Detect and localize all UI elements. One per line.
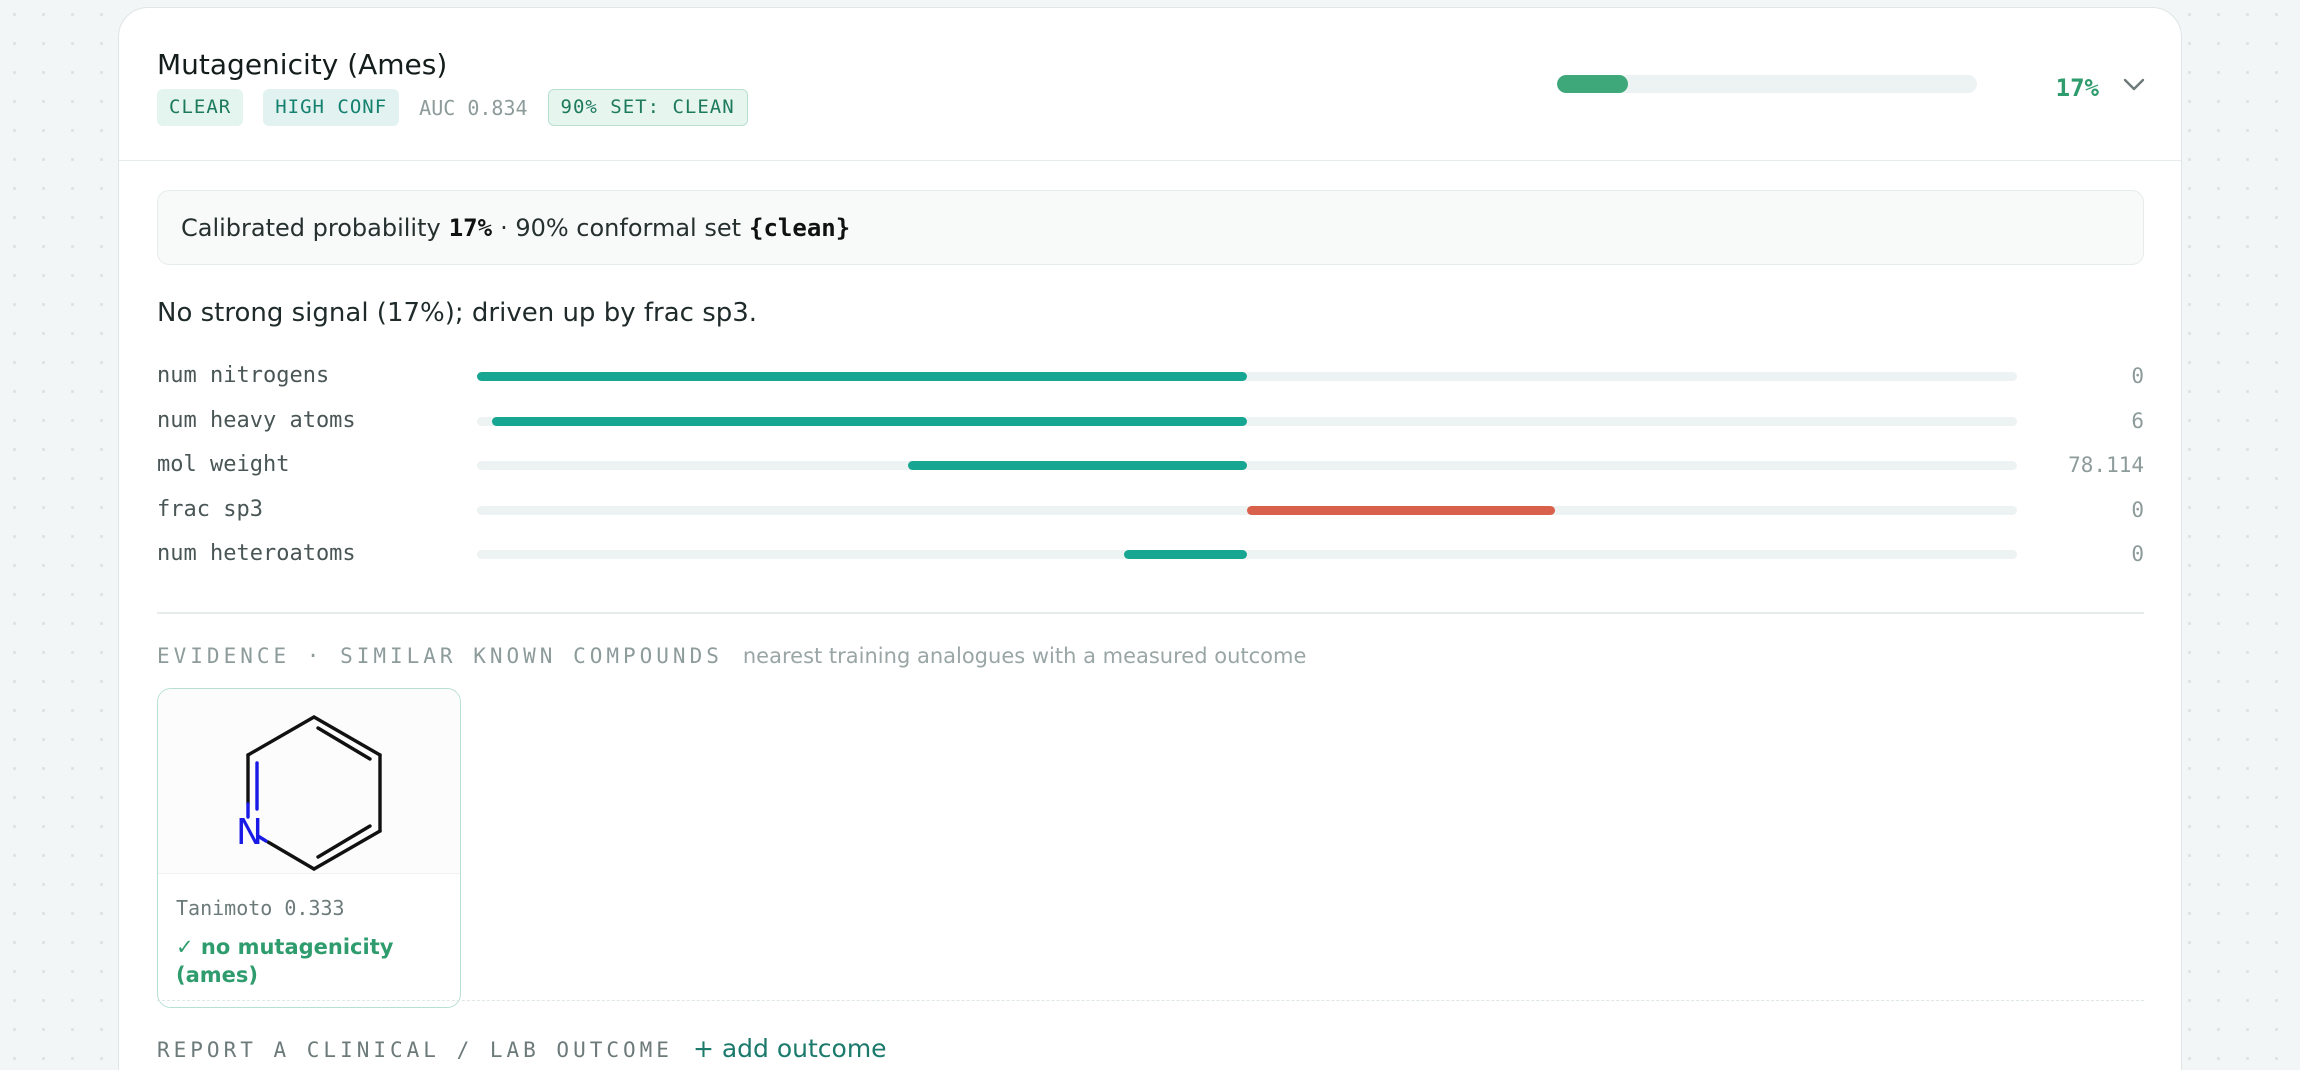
feature-row: num heavy atoms 6 [157, 406, 2144, 451]
feature-value: 6 [2131, 408, 2144, 433]
endpoint-card: Mutagenicity (Ames) CLEAR HIGH CONF AUC … [118, 7, 2182, 1070]
pyridine-structure-drawing: N [236, 715, 382, 871]
report-label: REPORT A CLINICAL / LAB OUTCOME [157, 1038, 673, 1062]
feature-row: num nitrogens 0 [157, 361, 2144, 406]
dashed-divider [157, 1000, 2144, 1001]
feature-row: mol weight 78.114 [157, 450, 2144, 495]
feature-name: num nitrogens [157, 363, 330, 388]
summary-set: {clean} [749, 213, 851, 242]
measured-outcome: ✓ no mutagenicity (ames) [176, 935, 394, 987]
evidence-subtitle: nearest training analogues with a measur… [742, 644, 1307, 668]
contribution-track [477, 550, 2017, 559]
badge-row: CLEAR HIGH CONF AUC 0.834 90% SET: CLEAN [157, 89, 768, 126]
probability-percent: 17% [2055, 74, 2099, 102]
feature-name: frac sp3 [157, 496, 263, 522]
auc-label: AUC 0.834 [419, 95, 528, 120]
contribution-bar [1123, 550, 1247, 559]
contribution-bar [908, 461, 1247, 470]
summary-prefix: Calibrated probability [181, 213, 441, 242]
chevron-down-icon [2123, 78, 2145, 91]
conformal-set-badge: 90% SET: CLEAN [547, 89, 748, 126]
summary-probability: 17% [448, 213, 493, 242]
contribution-bar [492, 416, 1247, 426]
summary-middle: · 90% conformal set [500, 213, 742, 242]
section-divider [157, 612, 2144, 614]
expand-toggle[interactable] [2119, 70, 2149, 100]
feature-row: frac sp3 0 [157, 495, 2144, 540]
feature-value: 78.114 [2068, 453, 2144, 477]
analogue-card[interactable]: N Tanimoto 0.333 ✓ no mutagenicity (ames… [157, 688, 461, 1008]
evidence-label: EVIDENCE · SIMILAR KNOWN COMPOUNDS [157, 644, 723, 668]
tanimoto-score: Tanimoto 0.333 [176, 896, 345, 920]
card-header[interactable]: Mutagenicity (Ames) CLEAR HIGH CONF AUC … [119, 8, 2181, 161]
feature-value: 0 [2131, 497, 2144, 522]
contribution-track [477, 505, 2017, 515]
contribution-bar [477, 372, 1247, 381]
feature-contributions: num nitrogens 0 num heavy atoms 6 mol weight… [157, 361, 2144, 584]
evidence-header: EVIDENCE · SIMILAR KNOWN COMPOUNDS neare… [157, 644, 1306, 668]
add-outcome-button[interactable]: + add outcome [693, 1034, 887, 1063]
endpoint-title: Mutagenicity (Ames) [157, 48, 448, 81]
probability-bar-fill [1557, 75, 1629, 93]
probability-bar [1557, 75, 1977, 93]
calibration-summary: Calibrated probability 17% · 90% conform… [157, 190, 2144, 265]
feature-row: num heteroatoms 0 [157, 539, 2144, 584]
feature-name: num heavy atoms [157, 407, 356, 433]
confidence-badge: HIGH CONF [263, 89, 400, 126]
feature-name: num heteroatoms [157, 541, 356, 566]
contribution-track [477, 372, 2017, 381]
feature-value: 0 [2131, 364, 2144, 388]
report-outcome-row: REPORT A CLINICAL / LAB OUTCOME + add ou… [157, 1034, 887, 1063]
contribution-track [477, 461, 2017, 470]
clear-badge: CLEAR [157, 89, 244, 126]
contribution-track [477, 416, 2017, 426]
feature-name: mol weight [157, 452, 290, 477]
molecule-structure: N [158, 689, 460, 874]
signal-text: No strong signal (17%); driven up by fra… [157, 298, 758, 328]
nitrogen-atom-label: N [236, 812, 263, 853]
contribution-bar [1247, 505, 1555, 515]
feature-value: 0 [2131, 542, 2144, 566]
